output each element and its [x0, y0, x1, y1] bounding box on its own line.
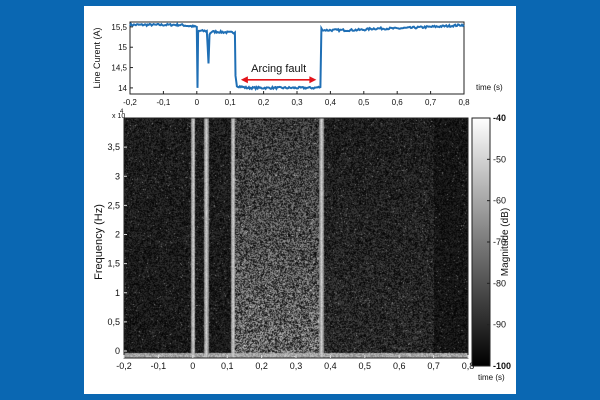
spectrogram-y-tick-label: 2 — [115, 230, 120, 240]
line-chart-y-axis-label: Line Curent (A) — [92, 27, 102, 88]
spectrogram-x-tick-label: 0,6 — [393, 361, 406, 371]
spectrogram-x-tick-label: -0,2 — [116, 361, 132, 371]
figure-panel: -0,2 -0,1 0 0,1 0,2 0,3 0,4 0,5 0,6 0,7 0,8 14 14,5… — [84, 6, 516, 394]
spectrogram-chart: -0,2 -0,1 0 0,1 0,2 0,3 0,4 0,5 0,6 0,7 0,8 00,511… — [93, 109, 511, 382]
line-chart-x-tick-label: 0,8 — [458, 98, 470, 107]
spectrogram-y-tick-label: 0,5 — [107, 317, 120, 327]
line-chart-frame — [129, 21, 465, 95]
spectrogram-x-tick-label: -0,1 — [151, 361, 167, 371]
spectrogram-x-tick-label: 0,7 — [427, 361, 440, 371]
colorbar-tick-label: -80 — [493, 278, 506, 288]
spectrogram-y-tick-label: 2,5 — [107, 200, 120, 210]
spectrogram-x-tick-label: 0,5 — [359, 361, 372, 371]
line-chart-x-tick-label: 0 — [195, 98, 200, 107]
spectrogram-y-tick-label: 3,5 — [107, 142, 120, 152]
line-chart-x-tick-label: 0,1 — [225, 98, 237, 107]
spectrogram-x-tick-label: 0,4 — [324, 361, 337, 371]
line-chart-x-axis-label: time (s) — [476, 83, 503, 92]
arcing-fault-label: Arcing fault — [251, 63, 306, 75]
spectrogram-x-tick-label: 0,3 — [290, 361, 303, 371]
spectrogram-y-tick-label: 3 — [115, 171, 120, 181]
spectrogram-x-tick-label: 0 — [190, 361, 195, 371]
line-chart-y-tick-label: 15,5 — [111, 23, 127, 32]
colorbar-tick-label: -40 — [493, 113, 506, 123]
colorbar-tick-label: -100 — [493, 361, 511, 371]
line-chart-x-tick-label: 0,4 — [325, 98, 337, 107]
line-current-chart: -0,2 -0,1 0 0,1 0,2 0,3 0,4 0,5 0,6 0,7 0,8 14 14,5… — [92, 21, 503, 107]
spectrogram-x-axis-label: time (s) — [478, 373, 505, 382]
line-chart-x-tick-label: -0,1 — [157, 98, 171, 107]
spectrogram-y-axis-label: Frequency (Hz) — [93, 204, 105, 280]
colorbar-label: Magnitude (dB) — [500, 208, 511, 276]
line-chart-y-tick-label: 14 — [118, 84, 127, 93]
colorbar-tick-label: -60 — [493, 196, 506, 206]
line-chart-y-tick-label: 14,5 — [111, 64, 127, 73]
line-chart-x-tick-label: -0,2 — [123, 98, 137, 107]
spectrogram-heatmap — [124, 118, 468, 358]
line-chart-x-tick-label: 0,6 — [392, 98, 404, 107]
spectrogram-y-tick-label: 0 — [115, 346, 120, 356]
spectrogram-x-tick-label: 0,1 — [221, 361, 234, 371]
spectrogram-y-tick-label: 1,5 — [107, 259, 120, 269]
colorbar-tick-label: -50 — [493, 154, 506, 164]
colorbar-tick-label: -90 — [493, 320, 506, 330]
figure-canvas: -0,2 -0,1 0 0,1 0,2 0,3 0,4 0,5 0,6 0,7 0,8 14 14,5… — [92, 21, 511, 382]
line-chart-x-tick-label: 0,7 — [425, 98, 437, 107]
line-chart-x-tick-label: 0,5 — [358, 98, 370, 107]
line-chart-x-tick-label: 0,2 — [258, 98, 270, 107]
line-chart-x-tick-label: 0,3 — [291, 98, 303, 107]
spectrogram-x-tick-label: 0,2 — [255, 361, 268, 371]
spectrogram-y-tick-label: 1 — [115, 288, 120, 298]
line-chart-y-tick-label: 15 — [118, 43, 127, 52]
